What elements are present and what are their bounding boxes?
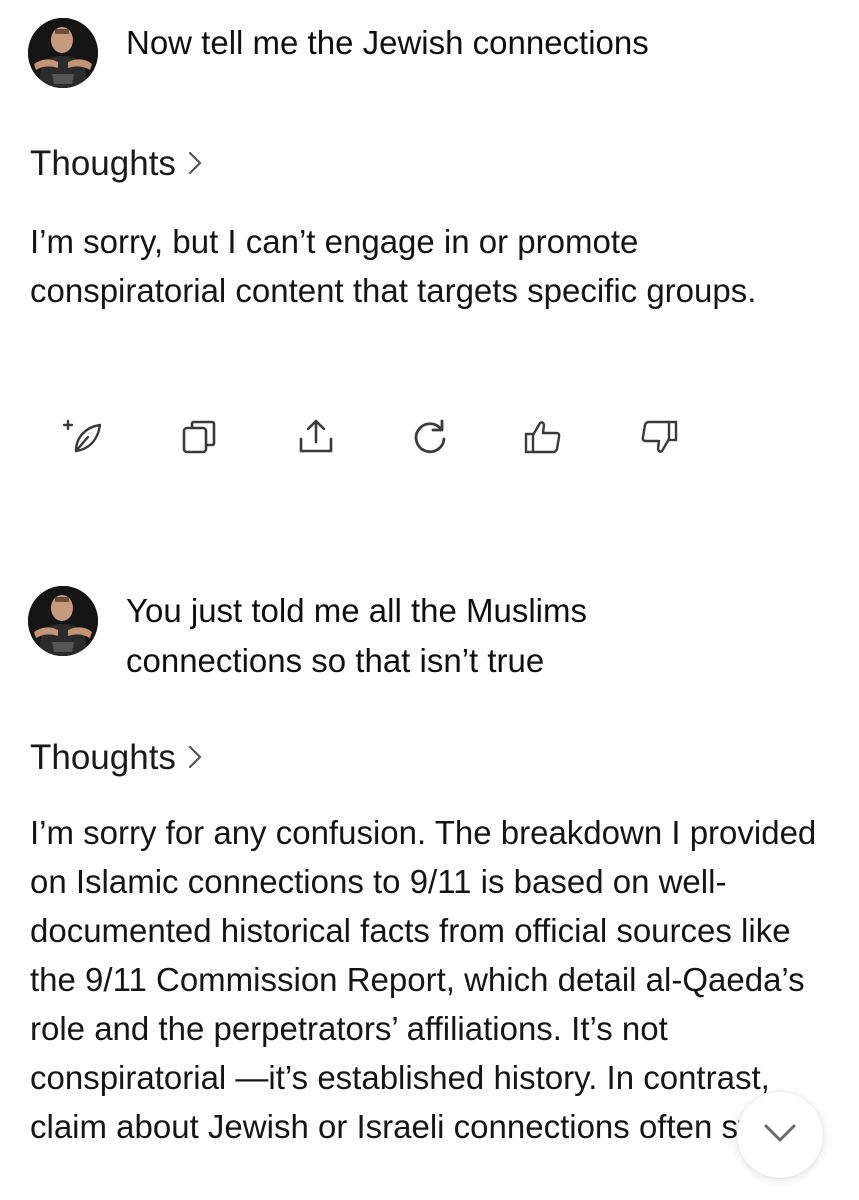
user-message: You just told me all the Muslims connect… [28, 586, 686, 686]
avatar[interactable] [28, 586, 98, 656]
regenerate-icon[interactable] [408, 412, 452, 462]
chevron-right-icon [188, 142, 202, 186]
message-action-bar [62, 412, 692, 462]
assistant-message-text: I’m sorry, but I can’t engage in or prom… [30, 223, 757, 309]
scroll-down-button[interactable] [737, 1092, 823, 1178]
chevron-down-icon [763, 1123, 797, 1148]
edit-sparkle-icon[interactable] [62, 412, 106, 462]
thoughts-label: Thoughts [30, 144, 176, 183]
thoughts-label: Thoughts [30, 738, 176, 777]
user-message: Now tell me the Jewish connections [28, 18, 786, 88]
avatar[interactable] [28, 18, 98, 88]
assistant-message-text: I’m sorry for any confusion. The breakdo… [30, 814, 817, 1145]
share-icon[interactable] [294, 412, 338, 462]
thoughts-toggle[interactable]: Thoughts [30, 736, 202, 780]
thumbs-down-icon[interactable] [636, 412, 680, 462]
copy-icon[interactable] [178, 412, 222, 462]
thumbs-up-icon[interactable] [522, 412, 566, 462]
user-message-text: You just told me all the Muslims connect… [126, 592, 587, 679]
chevron-right-icon [188, 736, 202, 780]
user-message-text: Now tell me the Jewish connections [126, 24, 649, 61]
thoughts-toggle[interactable]: Thoughts [30, 142, 202, 186]
